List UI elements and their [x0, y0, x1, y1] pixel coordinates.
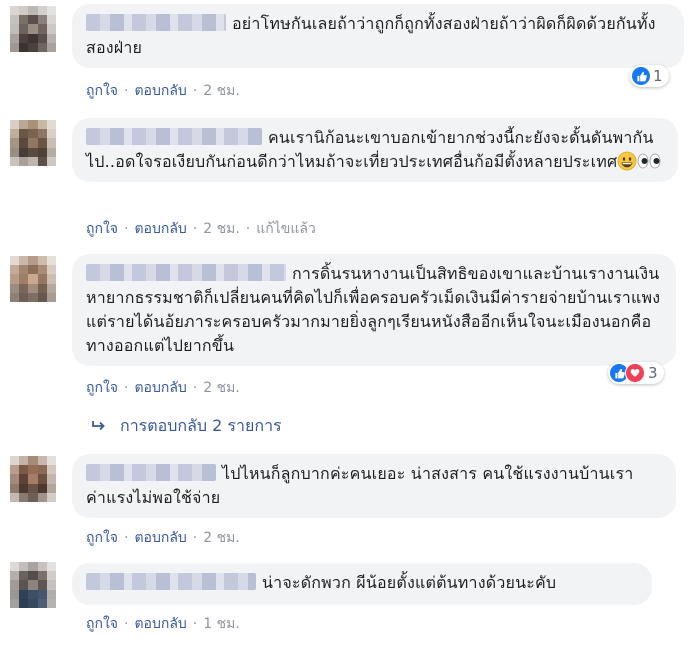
timestamp[interactable]: 2 ชม. [203, 380, 240, 396]
like-link[interactable]: ถูกใจ [86, 380, 118, 396]
author-name[interactable] [86, 128, 262, 145]
comment-actions: ถูกใจ · ตอบกลับ · 2 ชม. [86, 530, 240, 546]
author-name[interactable] [86, 14, 226, 31]
comment-actions: ถูกใจ · ตอบกลับ · 2 ชม. · แก้ไขแล้ว [86, 221, 316, 237]
comment-bubble: คนเรานิก้อนะเขาบอกเข้ายากช่วงนี้กะยังจะด… [72, 118, 678, 182]
like-link[interactable]: ถูกใจ [86, 530, 118, 546]
timestamp[interactable]: 1 ชม. [203, 616, 240, 632]
author-name[interactable] [86, 464, 216, 481]
reply-link[interactable]: ตอบกลับ [134, 221, 186, 237]
timestamp[interactable]: 2 ชม. [203, 221, 240, 237]
avatar[interactable] [10, 456, 56, 502]
avatar[interactable] [10, 562, 56, 608]
reaction-summary[interactable]: 3 [608, 362, 664, 384]
reply-arrow-icon [92, 417, 106, 436]
reply-link[interactable]: ตอบกลับ [134, 616, 186, 632]
edited-link[interactable]: แก้ไขแล้ว [256, 221, 316, 237]
like-link[interactable]: ถูกใจ [86, 616, 118, 632]
comment-bubble: ไปไหนก็ลูกบากค่ะคนเยอะ น่าสงสาร คนใช้แรง… [72, 454, 676, 518]
comment-bubble: การดิ้นรนหางานเป็นสิทธิของเขาและบ้านเราง… [72, 254, 676, 366]
reply-link[interactable]: ตอบกลับ [134, 83, 186, 99]
like-link[interactable]: ถูกใจ [86, 83, 118, 99]
comment-actions: ถูกใจ · ตอบกลับ · 2 ชม. [86, 380, 240, 396]
reaction-summary[interactable]: 1 [630, 65, 669, 87]
reaction-count: 3 [648, 364, 658, 382]
love-reaction-icon [625, 363, 645, 383]
reply-link[interactable]: ตอบกลับ [134, 380, 186, 396]
timestamp[interactable]: 2 ชม. [203, 83, 240, 99]
avatar[interactable] [10, 6, 56, 52]
avatar[interactable] [10, 256, 56, 302]
comment-actions: ถูกใจ · ตอบกลับ · 1 ชม. [86, 616, 240, 632]
comment-bubble: น่าจะดักพวก ผีน้อยตั้งแต่ต้นทางด้วยนะคับ [72, 563, 652, 605]
comment-bubble: อย่าโทษกันเลยถ้าว่าถูกก็ถูกทั้งสองฝ่ายถ้… [72, 4, 684, 68]
timestamp[interactable]: 2 ชม. [203, 530, 240, 546]
replies-count-label[interactable]: การตอบกลับ 2 รายการ [120, 414, 282, 439]
comment-actions: ถูกใจ · ตอบกลับ · 2 ชม. [86, 83, 240, 99]
reaction-count: 1 [653, 67, 663, 85]
author-name[interactable] [86, 264, 286, 281]
eyes-emoji-icon [637, 151, 661, 171]
reply-link[interactable]: ตอบกลับ [134, 530, 186, 546]
like-link[interactable]: ถูกใจ [86, 221, 118, 237]
comment-text: น่าจะดักพวก ผีน้อยตั้งแต่ต้นทางด้วยนะคับ [262, 573, 557, 592]
author-name[interactable] [86, 573, 256, 590]
view-replies-link[interactable]: การตอบกลับ 2 รายการ [92, 414, 282, 439]
like-reaction-icon [632, 67, 650, 85]
grinning-emoji-icon [617, 151, 637, 171]
avatar[interactable] [10, 120, 56, 166]
